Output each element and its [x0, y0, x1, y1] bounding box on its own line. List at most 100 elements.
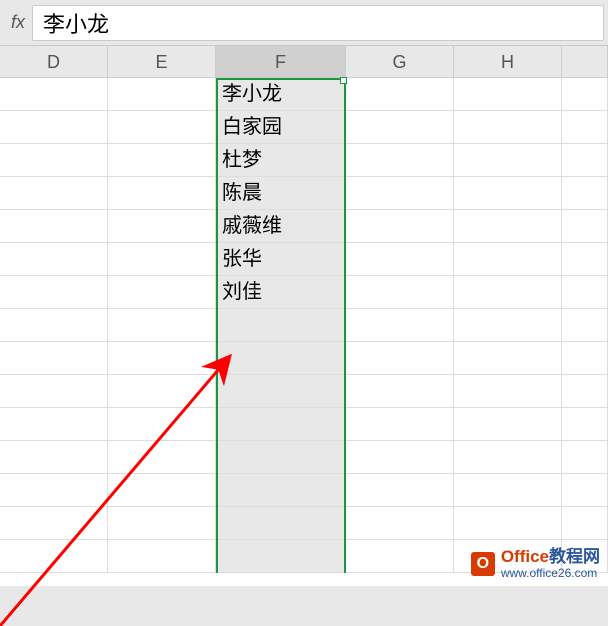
cell[interactable] [454, 243, 562, 276]
cell[interactable] [346, 342, 454, 375]
cell[interactable] [346, 177, 454, 210]
cell[interactable] [0, 474, 108, 507]
cell[interactable] [108, 342, 216, 375]
column-header-D[interactable]: D [0, 46, 108, 77]
cell[interactable] [454, 507, 562, 540]
cell[interactable] [216, 342, 346, 375]
cell[interactable] [346, 276, 454, 309]
cell[interactable] [454, 375, 562, 408]
cell[interactable] [0, 111, 108, 144]
cell[interactable] [346, 507, 454, 540]
cell[interactable] [562, 474, 608, 507]
cell[interactable] [454, 474, 562, 507]
formula-input[interactable]: 李小龙 [32, 5, 604, 41]
cell[interactable] [0, 507, 108, 540]
cell[interactable]: 白家园 [216, 111, 346, 144]
cell[interactable] [216, 375, 346, 408]
cell[interactable] [454, 408, 562, 441]
cell[interactable] [454, 210, 562, 243]
watermark: O Office教程网 www.office26.com [471, 548, 600, 580]
cell[interactable]: 张华 [216, 243, 346, 276]
cell[interactable] [562, 177, 608, 210]
cell[interactable] [108, 78, 216, 111]
cell[interactable] [108, 177, 216, 210]
cell[interactable] [346, 441, 454, 474]
cell[interactable] [562, 441, 608, 474]
cell[interactable] [562, 111, 608, 144]
cell[interactable] [346, 78, 454, 111]
cell[interactable] [454, 78, 562, 111]
cell[interactable] [454, 276, 562, 309]
cell[interactable] [562, 243, 608, 276]
cell[interactable] [216, 507, 346, 540]
cell[interactable] [216, 474, 346, 507]
cell[interactable] [562, 408, 608, 441]
cell[interactable] [0, 210, 108, 243]
cell[interactable] [0, 276, 108, 309]
cell[interactable] [562, 342, 608, 375]
cell[interactable] [0, 375, 108, 408]
column-header-F[interactable]: F [216, 46, 346, 77]
cell[interactable]: 刘佳 [216, 276, 346, 309]
cell[interactable] [454, 309, 562, 342]
cell[interactable] [346, 540, 454, 573]
cell[interactable] [0, 540, 108, 573]
cell[interactable] [0, 441, 108, 474]
cell[interactable] [454, 111, 562, 144]
cell[interactable] [108, 210, 216, 243]
cell[interactable] [346, 210, 454, 243]
cell[interactable] [346, 309, 454, 342]
cell[interactable] [0, 243, 108, 276]
cell[interactable] [108, 144, 216, 177]
column-header-E[interactable]: E [108, 46, 216, 77]
cell[interactable] [454, 342, 562, 375]
cell[interactable]: 杜梦 [216, 144, 346, 177]
cell[interactable] [346, 243, 454, 276]
cell[interactable] [216, 540, 346, 573]
cell[interactable] [562, 144, 608, 177]
cell[interactable] [454, 441, 562, 474]
cell[interactable] [108, 309, 216, 342]
cell[interactable] [454, 144, 562, 177]
cell[interactable] [108, 507, 216, 540]
cell[interactable] [346, 408, 454, 441]
cell[interactable] [562, 507, 608, 540]
cell[interactable] [216, 309, 346, 342]
cell[interactable] [0, 342, 108, 375]
cell[interactable] [216, 408, 346, 441]
column-header-extra[interactable] [562, 46, 608, 77]
column-header-G[interactable]: G [346, 46, 454, 77]
cell[interactable] [0, 309, 108, 342]
cell[interactable] [346, 474, 454, 507]
cell[interactable] [0, 408, 108, 441]
formula-bar: fx 李小龙 [0, 0, 608, 46]
cell[interactable] [454, 177, 562, 210]
cell[interactable] [216, 441, 346, 474]
cell[interactable] [346, 144, 454, 177]
table-row [0, 441, 608, 474]
cell[interactable] [346, 111, 454, 144]
cell[interactable] [108, 441, 216, 474]
cell[interactable] [562, 375, 608, 408]
fx-icon[interactable]: fx [4, 12, 32, 33]
cell[interactable] [108, 474, 216, 507]
column-header-H[interactable]: H [454, 46, 562, 77]
cell[interactable] [562, 309, 608, 342]
cell[interactable] [562, 276, 608, 309]
cell[interactable] [108, 276, 216, 309]
cell[interactable] [562, 210, 608, 243]
table-row [0, 342, 608, 375]
cell[interactable] [0, 144, 108, 177]
cell[interactable] [562, 78, 608, 111]
cell[interactable]: 陈晨 [216, 177, 346, 210]
cell[interactable] [108, 243, 216, 276]
cell[interactable] [108, 111, 216, 144]
cell[interactable] [108, 375, 216, 408]
cell[interactable] [0, 177, 108, 210]
cell[interactable] [346, 375, 454, 408]
cell[interactable]: 李小龙 [216, 78, 346, 111]
cell[interactable]: 戚薇维 [216, 210, 346, 243]
cell[interactable] [0, 78, 108, 111]
cell[interactable] [108, 408, 216, 441]
cell[interactable] [108, 540, 216, 573]
